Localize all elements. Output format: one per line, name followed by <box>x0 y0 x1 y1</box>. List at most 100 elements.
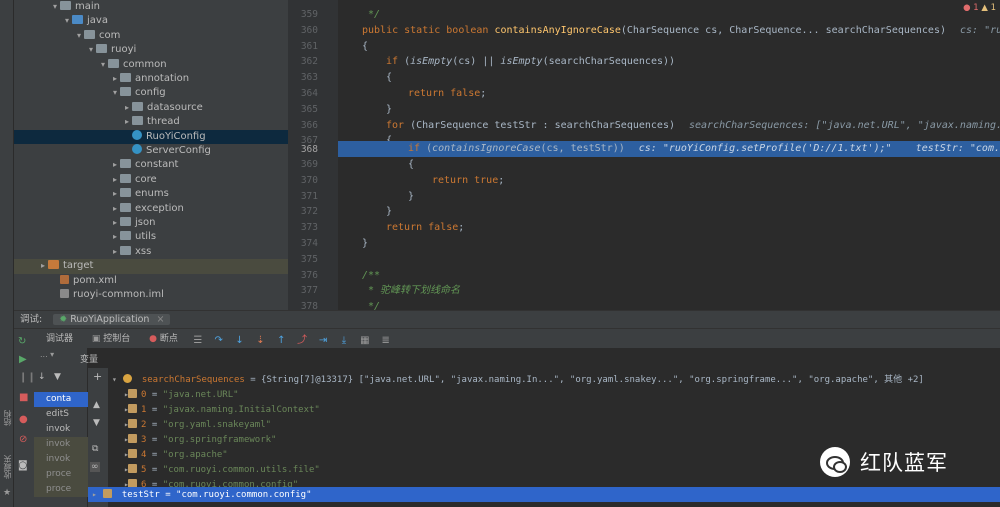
line-number[interactable]: 363 <box>288 72 318 83</box>
chevron-right-icon[interactable]: ▸ <box>110 216 120 230</box>
chevron-right-icon[interactable]: ▸ <box>38 259 48 273</box>
run-to-cursor-icon[interactable]: ⇥ <box>317 335 329 347</box>
chevron-down-icon[interactable]: ▾ <box>74 29 84 43</box>
chevron-right-icon[interactable]: ▸ <box>110 202 120 216</box>
frames-filter-icon[interactable]: ▼ <box>54 372 61 382</box>
array-element-row[interactable]: ▸ 2 = "org.yaml.snakeyaml" <box>108 417 1000 432</box>
chevron-right-icon[interactable]: ▸ <box>110 158 120 172</box>
tree-item-core[interactable]: ▸ core <box>14 173 288 187</box>
line-number[interactable]: 361 <box>288 41 318 52</box>
resume-icon[interactable]: ▶ <box>19 354 27 365</box>
tree-item-xss[interactable]: ▸ xss <box>14 245 288 259</box>
stack-frame[interactable]: invok <box>34 422 88 437</box>
frames-down-icon[interactable]: ↓ <box>38 372 46 382</box>
step-out-icon[interactable]: ↑ <box>275 335 287 347</box>
line-number[interactable]: 374 <box>288 238 318 249</box>
drop-frame-icon[interactable]: ⤴ <box>296 335 308 347</box>
tree-item-serverconfig[interactable]: ServerConfig <box>14 144 288 158</box>
line-number[interactable]: 364 <box>288 88 318 99</box>
add-watch-icon[interactable]: + <box>93 370 102 383</box>
stack-frame[interactable]: invok <box>34 437 88 452</box>
chevron-right-icon[interactable]: ▸ <box>122 101 132 115</box>
tree-item-constant[interactable]: ▸ constant <box>14 158 288 172</box>
force-step-into-icon[interactable]: ⇣ <box>254 335 266 347</box>
tab-breakpoints[interactable]: ● 断点 <box>141 329 186 349</box>
bookmark-star-icon[interactable]: ★ <box>3 488 11 498</box>
stack-frame[interactable]: editS <box>34 407 88 422</box>
line-number[interactable]: 376 <box>288 270 318 281</box>
line-number[interactable]: 377 <box>288 285 318 296</box>
line-number[interactable]: 372 <box>288 206 318 217</box>
tab-console[interactable]: ▣ 控制台 <box>84 329 138 349</box>
chevron-down-icon[interactable]: ▾ <box>86 43 96 57</box>
variable-row-searchCharSequences[interactable]: ▾ searchCharSequences = {String[7]@13317… <box>108 372 1000 387</box>
tree-item-target[interactable]: ▸ target <box>14 259 288 274</box>
line-number[interactable]: 359 <box>288 9 318 20</box>
tree-item-config[interactable]: ▾ config <box>14 86 288 100</box>
tree-item-main[interactable]: ▾ main <box>14 0 288 14</box>
close-icon[interactable]: × <box>156 314 164 325</box>
structure-tab[interactable]: 结构 <box>2 410 13 426</box>
mute-breakpoints-icon[interactable]: ⊘ <box>19 434 27 445</box>
tree-item-exception[interactable]: ▸ exception <box>14 202 288 216</box>
chevron-down-icon[interactable]: ▾ <box>50 0 60 14</box>
settings-list-icon[interactable]: ≣ <box>380 335 392 347</box>
chevron-right-icon[interactable]: ▸ <box>110 72 120 86</box>
tree-item-common[interactable]: ▾ common <box>14 58 288 72</box>
glasses-icon[interactable]: ∞ <box>90 462 100 472</box>
code-editor[interactable]: */ public static boolean containsAnyIgno… <box>338 0 1000 310</box>
rerun-icon[interactable]: ↻ <box>18 336 26 347</box>
stack-frame[interactable]: proce <box>34 467 88 482</box>
camera-icon[interactable]: ◙ <box>18 460 28 471</box>
chevron-right-icon[interactable]: ▸ <box>110 230 120 244</box>
layout-menu-icon[interactable]: ☰ <box>192 335 204 347</box>
evaluate-icon[interactable]: ▦ <box>359 335 371 347</box>
stack-frame[interactable]: proce <box>34 482 88 497</box>
chevron-right-icon[interactable]: ▸ <box>122 115 132 129</box>
step-over-icon[interactable]: ↷ <box>213 335 225 347</box>
line-number[interactable]: 366 <box>288 120 318 131</box>
expand-arrow-icon[interactable]: ▸ <box>108 462 129 477</box>
tree-item-java[interactable]: ▾ java <box>14 14 288 28</box>
tree-item-pom-xml[interactable]: pom.xml <box>14 274 288 288</box>
tree-item-utils[interactable]: ▸ utils <box>14 230 288 244</box>
expand-arrow-icon[interactable]: ▸ <box>108 387 129 402</box>
line-number[interactable]: 370 <box>288 175 318 186</box>
expand-arrow-icon[interactable]: ▸ <box>108 402 129 417</box>
tree-item-ruoyiconfig[interactable]: RuoYiConfig <box>14 129 288 144</box>
tree-item-json[interactable]: ▸ json <box>14 216 288 230</box>
tree-item-enums[interactable]: ▸ enums <box>14 187 288 201</box>
line-number[interactable]: 373 <box>288 222 318 233</box>
scroll-up-icon[interactable]: ▲ <box>93 400 100 410</box>
line-number[interactable]: 369 <box>288 159 318 170</box>
tree-item-com[interactable]: ▾ com <box>14 29 288 43</box>
step-into-icon[interactable]: ↓ <box>234 335 246 347</box>
chevron-down-icon[interactable]: ▾ <box>110 86 120 100</box>
variable-row-testStr[interactable]: ▸ testStr = "com.ruoyi.common.config" <box>88 487 1000 502</box>
line-number[interactable]: 365 <box>288 104 318 115</box>
scroll-down-icon[interactable]: ▼ <box>93 418 100 428</box>
run-config-tab[interactable]: ✹ RuoYiApplication × <box>53 314 171 325</box>
chevron-right-icon[interactable]: ▸ <box>110 245 120 259</box>
stop-icon[interactable]: ■ <box>19 392 28 403</box>
chevron-down-icon[interactable]: ▾ <box>62 14 72 28</box>
expand-arrow-icon[interactable]: ▾ <box>108 372 118 387</box>
array-element-row[interactable]: ▸ 1 = "javax.naming.InitialContext" <box>108 402 1000 417</box>
tree-item-ruoyi[interactable]: ▾ ruoyi <box>14 43 288 57</box>
chevron-down-icon[interactable]: ▾ <box>98 58 108 72</box>
thread-select[interactable]: ... ▾ <box>40 350 54 359</box>
stack-frame[interactable]: conta <box>34 392 88 407</box>
stack-frame[interactable]: invok <box>34 452 88 467</box>
line-number[interactable]: 375 <box>288 254 318 265</box>
chevron-right-icon[interactable]: ▸ <box>110 173 120 187</box>
tree-item-thread[interactable]: ▸ thread <box>14 115 288 129</box>
expand-arrow-icon[interactable]: ▸ <box>108 417 129 432</box>
copy-icon[interactable]: ⧉ <box>92 444 98 454</box>
expand-arrow-icon[interactable]: ▸ <box>88 487 98 502</box>
chevron-right-icon[interactable]: ▸ <box>110 187 120 201</box>
array-element-row[interactable]: ▸ 0 = "java.net.URL" <box>108 387 1000 402</box>
line-number[interactable]: 371 <box>288 191 318 202</box>
line-number[interactable]: 362 <box>288 56 318 67</box>
inspection-status[interactable]: ● 1 ▲ 1 <box>963 3 996 13</box>
trace-icon[interactable]: ⤓ <box>338 335 350 347</box>
